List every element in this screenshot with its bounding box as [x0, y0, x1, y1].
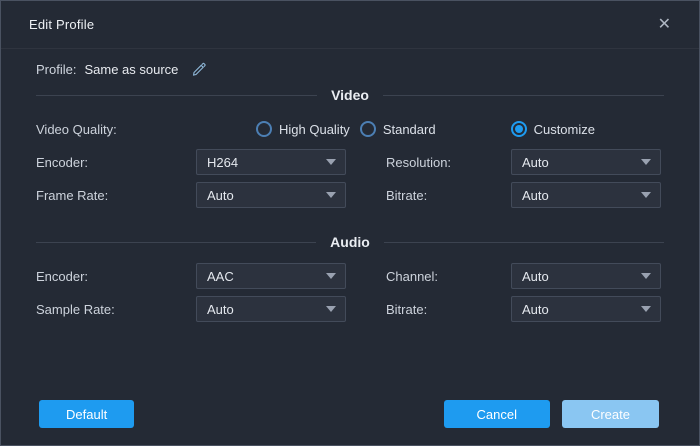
- chevron-down-icon: [641, 306, 651, 312]
- footer: Default Cancel Create: [39, 400, 659, 428]
- audio-bitrate-dropdown[interactable]: Auto: [511, 296, 661, 322]
- edit-profile-dialog: Edit Profile ✕ Profile: Same as source V…: [0, 0, 700, 446]
- audio-section-title: Audio: [330, 234, 370, 250]
- audio-encoder-label: Encoder:: [36, 269, 196, 284]
- video-bitrate-label: Bitrate:: [386, 188, 511, 203]
- cancel-button[interactable]: Cancel: [444, 400, 550, 428]
- divider: [384, 242, 664, 243]
- video-row-framerate-bitrate: Frame Rate: Auto Bitrate: Auto: [1, 182, 699, 208]
- channel-label: Channel:: [386, 269, 511, 284]
- chevron-down-icon: [326, 273, 336, 279]
- edit-profile-icon[interactable]: [192, 62, 207, 77]
- divider: [36, 242, 316, 243]
- close-icon[interactable]: ✕: [654, 13, 675, 37]
- video-quality-row: Video Quality: High Quality Standard Cus…: [1, 116, 699, 142]
- divider: [36, 95, 317, 96]
- sample-rate-dropdown[interactable]: Auto: [196, 296, 346, 322]
- channel-dropdown[interactable]: Auto: [511, 263, 661, 289]
- radio-zone: High Quality Standard Customize: [196, 121, 661, 137]
- video-section-title: Video: [331, 87, 369, 103]
- chevron-down-icon: [641, 273, 651, 279]
- radio-high-quality[interactable]: High Quality: [256, 121, 350, 137]
- footer-right-buttons: Cancel Create: [444, 400, 660, 428]
- radio-selected-icon: [511, 121, 527, 137]
- create-button[interactable]: Create: [562, 400, 659, 428]
- titlebar: Edit Profile ✕: [1, 1, 699, 49]
- encoder-label: Encoder:: [36, 155, 196, 170]
- chevron-down-icon: [641, 159, 651, 165]
- radio-circle-icon: [256, 121, 272, 137]
- frame-rate-dropdown[interactable]: Auto: [196, 182, 346, 208]
- audio-encoder-dropdown[interactable]: AAC: [196, 263, 346, 289]
- audio-row-encoder-channel: Encoder: AAC Channel: Auto: [1, 263, 699, 289]
- radio-standard[interactable]: Standard: [360, 121, 436, 137]
- video-bitrate-dropdown[interactable]: Auto: [511, 182, 661, 208]
- chevron-down-icon: [326, 192, 336, 198]
- dialog-title: Edit Profile: [29, 17, 94, 32]
- audio-section-header: Audio: [36, 230, 664, 254]
- resolution-dropdown[interactable]: Auto: [511, 149, 661, 175]
- profile-value: Same as source: [84, 62, 178, 77]
- default-button[interactable]: Default: [39, 400, 134, 428]
- chevron-down-icon: [326, 159, 336, 165]
- profile-row: Profile: Same as source: [36, 62, 699, 77]
- audio-bitrate-label: Bitrate:: [386, 302, 511, 317]
- video-section-header: Video: [36, 83, 664, 107]
- audio-row-samplerate-bitrate: Sample Rate: Auto Bitrate: Auto: [1, 296, 699, 322]
- chevron-down-icon: [326, 306, 336, 312]
- frame-rate-label: Frame Rate:: [36, 188, 196, 203]
- video-quality-label: Video Quality:: [36, 122, 196, 137]
- chevron-down-icon: [641, 192, 651, 198]
- video-encoder-dropdown[interactable]: H264: [196, 149, 346, 175]
- radio-circle-icon: [360, 121, 376, 137]
- video-row-encoder-resolution: Encoder: H264 Resolution: Auto: [1, 149, 699, 175]
- sample-rate-label: Sample Rate:: [36, 302, 196, 317]
- radio-customize[interactable]: Customize: [511, 121, 595, 137]
- resolution-label: Resolution:: [386, 155, 511, 170]
- divider: [383, 95, 664, 96]
- profile-label: Profile:: [36, 62, 76, 77]
